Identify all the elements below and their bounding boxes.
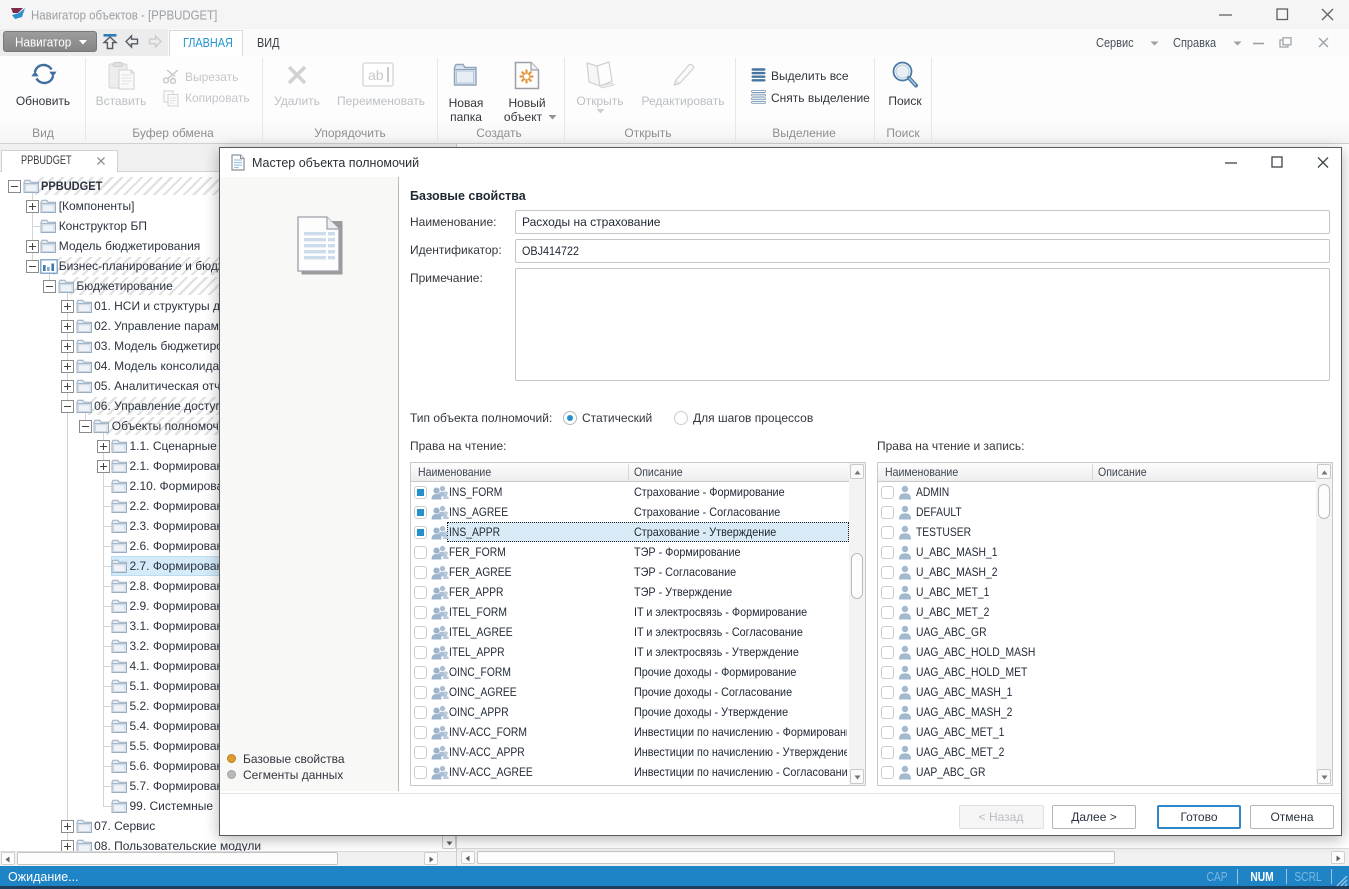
svg-text:ab: ab <box>368 67 384 83</box>
